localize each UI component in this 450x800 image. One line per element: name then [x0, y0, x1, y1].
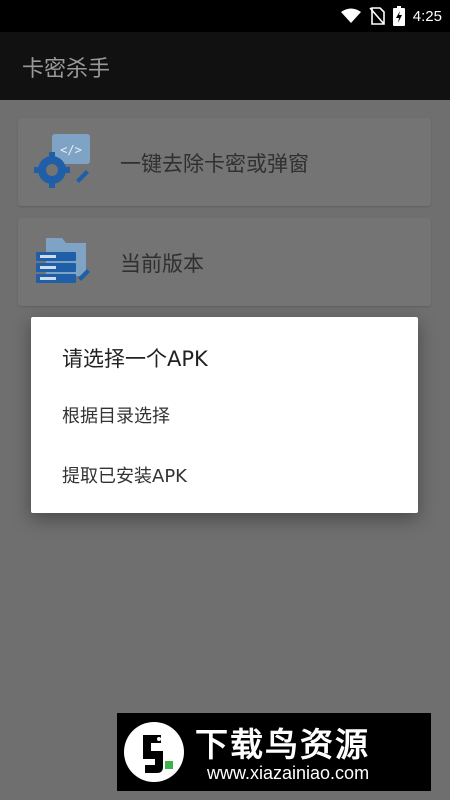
app-bar: 卡密杀手 [0, 32, 450, 100]
card-current-version[interactable]: 当前版本 [18, 218, 431, 306]
status-icons: 4:25 [340, 6, 442, 26]
battery-charging-icon [392, 6, 405, 26]
settings-code-icon: </> [34, 134, 90, 188]
no-sim-icon [369, 7, 385, 25]
watermark-url: www.xiazainiao.com [207, 763, 370, 783]
server-folder-icon [36, 238, 90, 283]
card-remove-popup[interactable]: </> 一键去除卡密或弹窗 [18, 118, 431, 206]
dialog-title: 请选择一个APK [62, 347, 208, 371]
status-bar: 4:25 [0, 0, 450, 32]
watermark-title: 下载鸟资源 [195, 725, 370, 764]
option-select-by-directory[interactable]: 根据目录选择 [62, 402, 170, 428]
card-label: 当前版本 [120, 252, 204, 276]
select-apk-dialog: 请选择一个APK 根据目录选择 提取已安装APK [31, 317, 418, 513]
status-time: 4:25 [412, 7, 442, 25]
watermark-banner: 下载鸟资源 www.xiazainiao.com [117, 713, 431, 791]
wifi-icon [340, 8, 361, 23]
app-title: 卡密杀手 [22, 57, 111, 82]
card-label: 一键去除卡密或弹窗 [120, 152, 309, 176]
bird-logo-icon [124, 722, 184, 782]
svg-text:</>: </> [60, 143, 82, 157]
option-extract-installed-apk[interactable]: 提取已安装APK [62, 462, 187, 488]
